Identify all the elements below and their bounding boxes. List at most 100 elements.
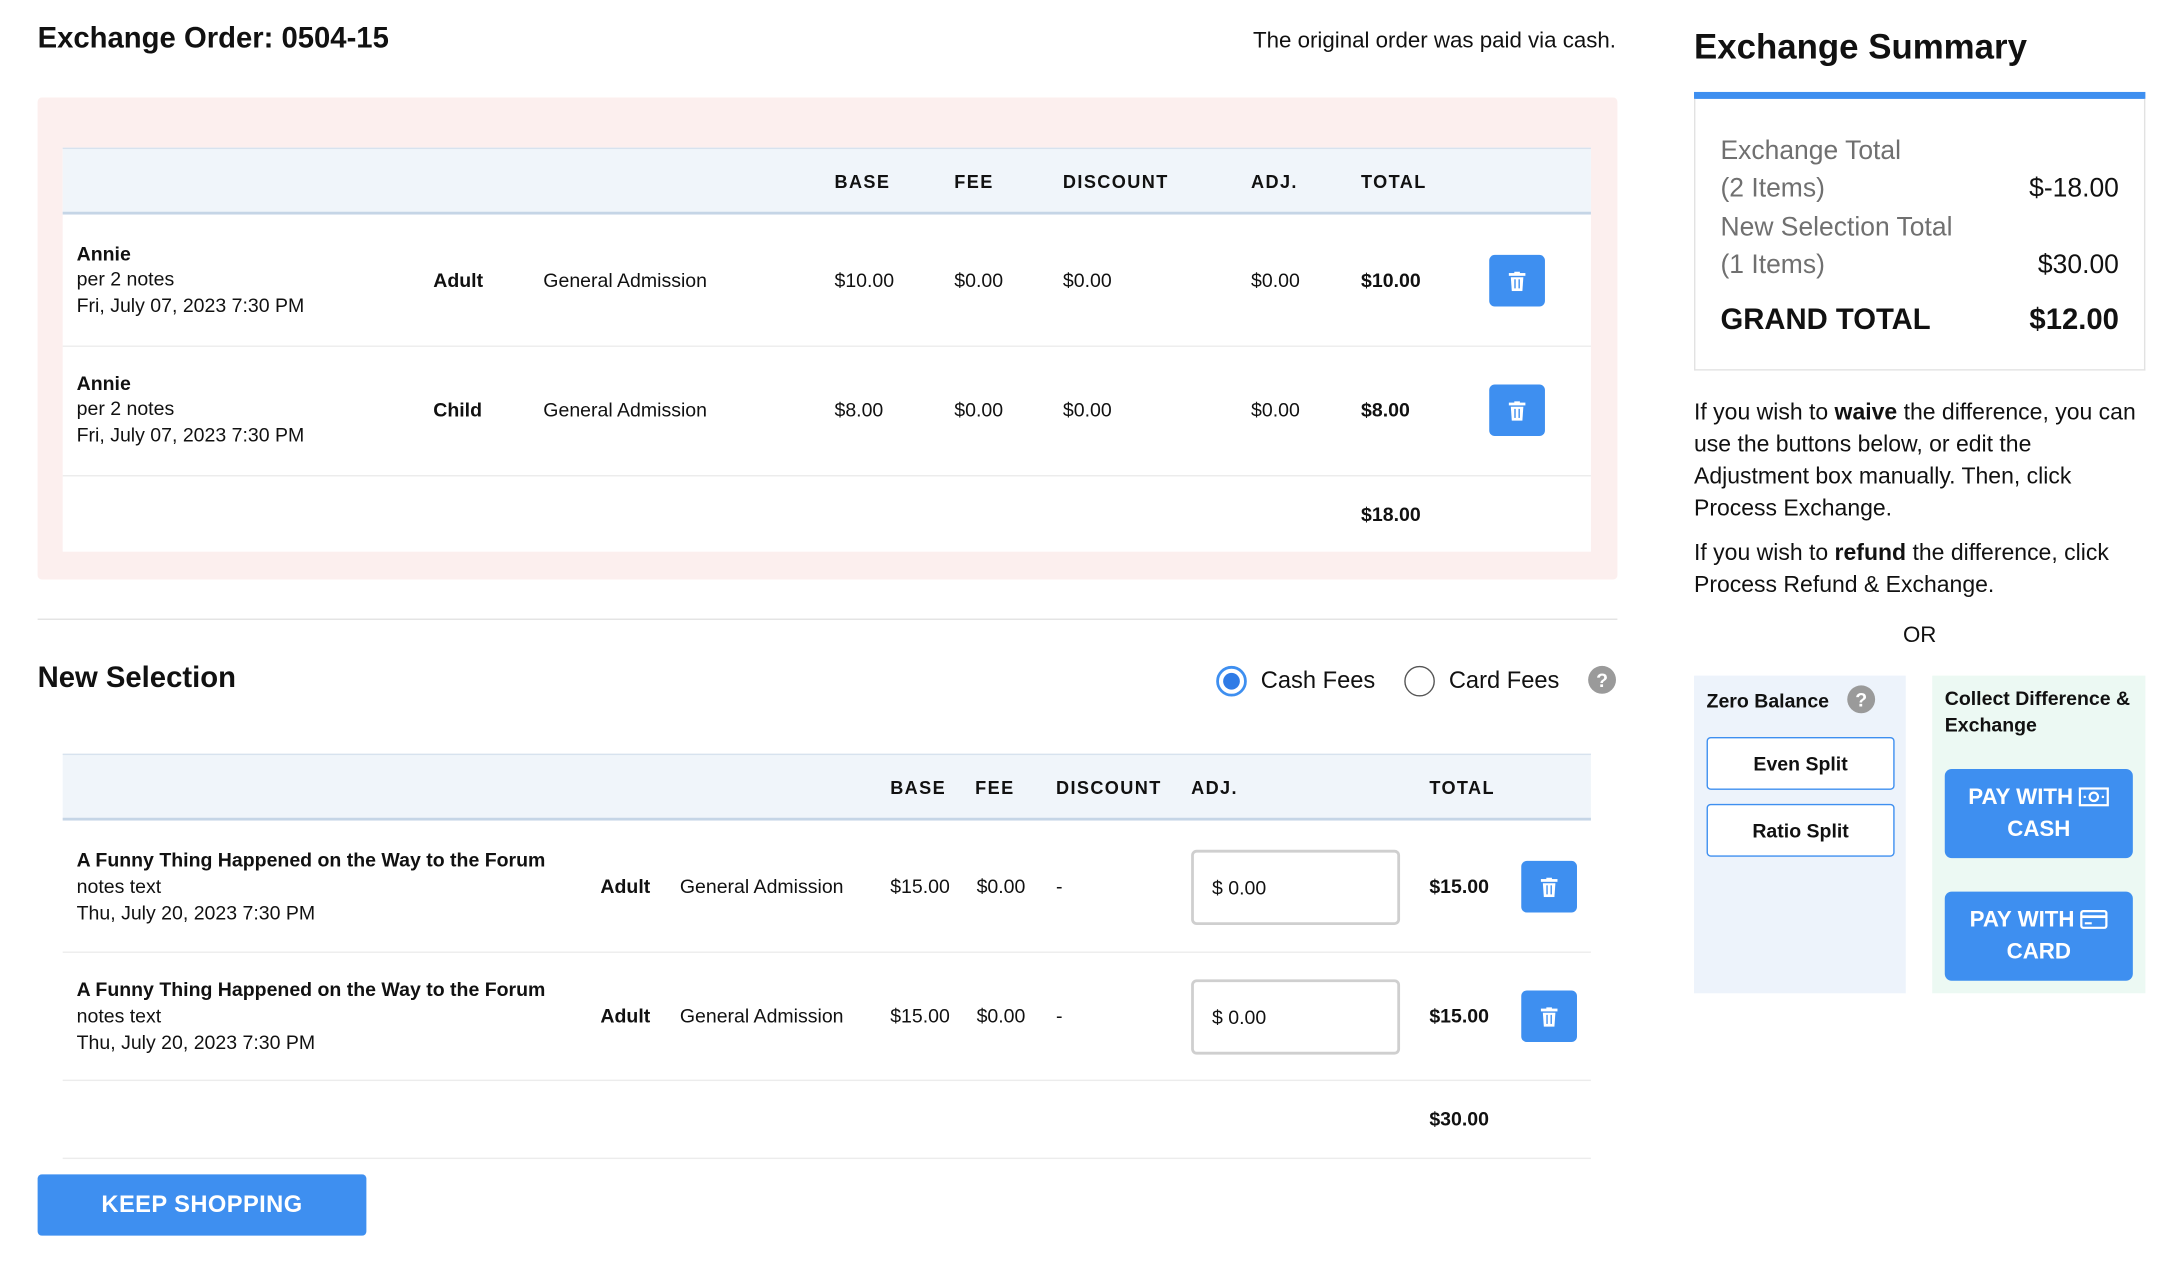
table-header: BASE FEE DISCOUNT ADJ. TOTAL [62, 753, 1591, 821]
exchange-total-label: Exchange Total [1720, 136, 1901, 166]
delete-button[interactable] [1521, 860, 1577, 913]
table-header: BASE FEE DISCOUNT ADJ. TOTAL [62, 147, 1591, 215]
new-selection-subtotal: $30.00 [1429, 1107, 1489, 1130]
col-fee: FEE [975, 777, 1015, 799]
even-split-button[interactable]: Even Split [1706, 736, 1895, 790]
new-selection-title: New Selection [37, 661, 236, 694]
cash-fees-radio[interactable] [1216, 665, 1247, 697]
event-name: Annie [76, 371, 131, 395]
grand-total-value: $12.00 [2029, 303, 2119, 336]
base-price: $15.00 [890, 874, 950, 898]
exchange-items-table: BASE FEE DISCOUNT ADJ. TOTAL Annie per 2… [62, 147, 1591, 552]
discount: - [1055, 1004, 1063, 1027]
event-name: Annie [76, 242, 131, 265]
event-notes: per 2 notes [76, 267, 175, 290]
section-divider [37, 618, 1618, 620]
discount: $0.00 [1062, 398, 1112, 421]
delete-button[interactable] [1489, 384, 1545, 437]
credit-card-icon [2080, 909, 2108, 929]
row-total: $10.00 [1361, 268, 1421, 292]
adjustment-input[interactable]: $ 0.00 [1191, 849, 1401, 926]
col-total: TOTAL [1429, 777, 1495, 799]
col-base: BASE [834, 171, 891, 193]
pay-with-card-button[interactable]: PAY WITH CARD [1944, 891, 2133, 981]
fee: $0.00 [976, 874, 1026, 898]
event-notes: notes text [76, 874, 162, 898]
event-name: A Funny Thing Happened on the Way to the… [76, 977, 546, 1001]
waive-instructions: If you wish to waive the difference, you… [1694, 397, 2145, 525]
col-discount: DISCOUNT [1062, 171, 1169, 193]
zero-balance-panel: Zero Balance ? Even Split Ratio Split [1694, 675, 1906, 994]
pay-with-cash-button[interactable]: PAY WITH CASH [1944, 768, 2133, 859]
col-discount: DISCOUNT [1055, 777, 1162, 799]
refund-text: If you wish to [1694, 540, 1835, 566]
row-total: $8.00 [1361, 398, 1410, 421]
base-price: $15.00 [890, 1004, 950, 1027]
row-total: $15.00 [1429, 1004, 1489, 1027]
col-adj: ADJ. [1191, 777, 1238, 799]
fee: $0.00 [954, 398, 1004, 421]
exchange-total-value: $-18.00 [2029, 174, 2119, 204]
discount: $0.00 [1062, 268, 1112, 292]
row-divider [62, 345, 1591, 347]
event-date: Thu, July 20, 2023 7:30 PM [76, 1030, 316, 1054]
waive-text: If you wish to [1694, 399, 1835, 425]
keep-shopping-button[interactable]: KEEP SHOPPING [37, 1174, 367, 1236]
delete-button[interactable] [1489, 254, 1545, 307]
new-selection-table: BASE FEE DISCOUNT ADJ. TOTAL A Funny Thi… [62, 753, 1591, 1161]
summary-title: Exchange Summary [1694, 27, 2027, 67]
pay-card-label: PAY WITH [1969, 908, 2075, 932]
event-date: Fri, July 07, 2023 7:30 PM [76, 293, 305, 317]
section: General Admission [679, 874, 844, 898]
row-divider [62, 1079, 1591, 1082]
event-name: A Funny Thing Happened on the Way to the… [76, 848, 546, 871]
adjustment: $0.00 [1251, 268, 1300, 292]
new-selection-total-count: (1 Items) [1720, 250, 1825, 281]
fee: $0.00 [954, 268, 1004, 292]
row-divider [62, 1157, 1591, 1160]
ticket-type: Adult [600, 874, 651, 898]
trash-icon [1540, 1006, 1558, 1027]
col-fee: FEE [954, 171, 994, 193]
summary-accent-bar [1694, 91, 2146, 99]
waive-keyword: waive [1834, 399, 1898, 425]
or-separator: OR [1902, 624, 1937, 648]
help-icon[interactable]: ? [1847, 685, 1876, 714]
new-selection-total-value: $30.00 [2037, 250, 2119, 281]
summary-box: Exchange Total (2 Items) $-18.00 New Sel… [1694, 98, 2146, 371]
ticket-type: Child [433, 398, 483, 421]
ratio-split-button[interactable]: Ratio Split [1706, 803, 1895, 857]
row-divider [62, 475, 1591, 477]
card-fees-label[interactable]: Card Fees [1449, 667, 1560, 695]
event-notes: per 2 notes [76, 397, 175, 420]
event-notes: notes text [76, 1004, 162, 1027]
section: General Admission [543, 268, 708, 292]
col-adj: ADJ. [1251, 171, 1298, 193]
card-fees-radio[interactable] [1404, 665, 1435, 697]
base-price: $8.00 [834, 398, 884, 421]
payment-note: The original order was paid via cash. [1252, 29, 1616, 53]
fee: $0.00 [976, 1004, 1026, 1027]
refund-keyword: refund [1834, 540, 1907, 566]
pay-card-label-2: CARD [2006, 940, 2071, 965]
adjustment-input[interactable]: $ 0.00 [1191, 979, 1401, 1055]
page-title: Exchange Order: 0504-15 [37, 22, 389, 55]
row-total: $15.00 [1429, 874, 1489, 898]
base-price: $10.00 [834, 268, 895, 292]
cash-fees-label[interactable]: Cash Fees [1261, 667, 1376, 695]
collect-difference-panel: Collect Difference & Exchange PAY WITH C… [1932, 675, 2146, 994]
event-date: Fri, July 07, 2023 7:30 PM [76, 423, 305, 446]
delete-button[interactable] [1521, 990, 1577, 1043]
section: General Admission [679, 1004, 844, 1027]
cash-icon [2078, 787, 2110, 807]
section: General Admission [543, 398, 708, 421]
trash-icon [1540, 876, 1558, 897]
new-selection-total-label: New Selection Total [1720, 213, 1953, 243]
pay-cash-label-2: CASH [2007, 817, 2071, 842]
exchange-subtotal: $18.00 [1361, 502, 1421, 526]
row-divider [62, 951, 1591, 953]
col-base: BASE [890, 777, 947, 799]
grand-total-label: GRAND TOTAL [1720, 303, 1931, 336]
pay-cash-label: PAY WITH [1968, 785, 2074, 810]
help-icon[interactable]: ? [1588, 665, 1616, 694]
